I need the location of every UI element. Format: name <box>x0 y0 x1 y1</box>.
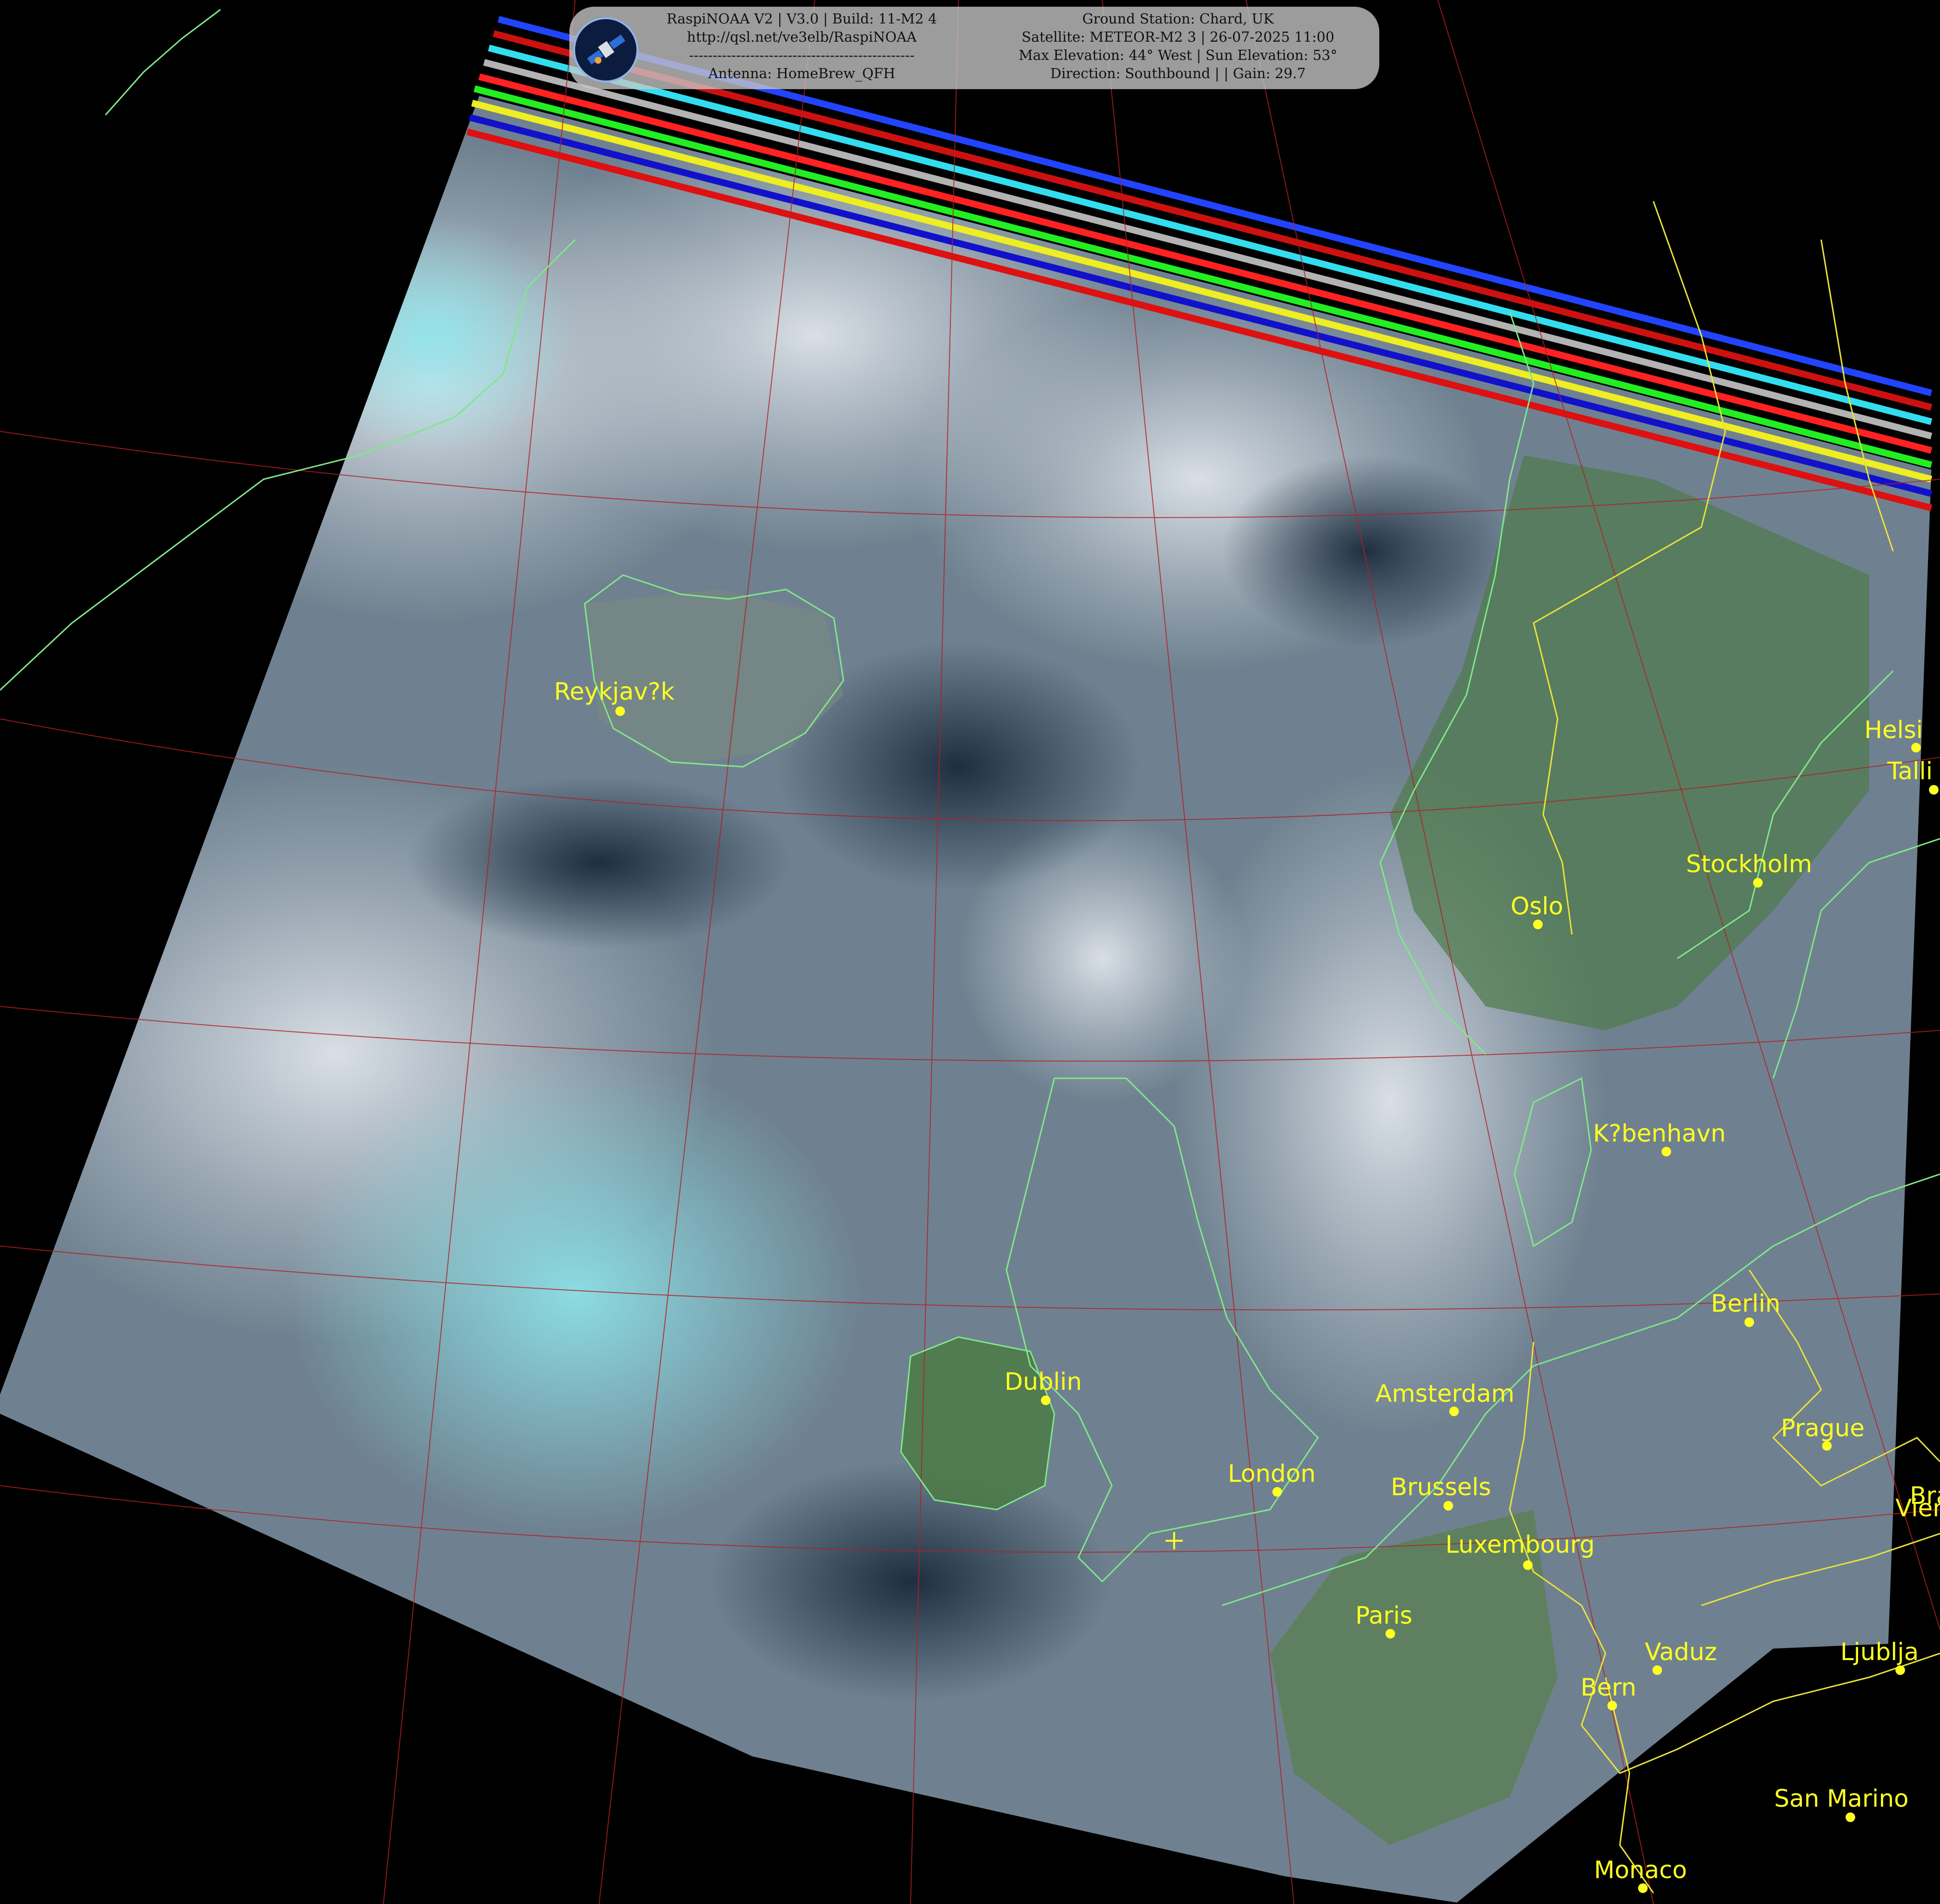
header-station-line: Ground Station: Chard, UK <box>1082 11 1274 27</box>
header-software-line: RaspiNOAA V2 | V3.0 | Build: 11-M2 4 <box>666 11 937 27</box>
header-url-line: http://qsl.net/ve3elb/RaspiNOAA <box>687 29 917 45</box>
city-label-brussels: Brussels <box>1391 1473 1491 1501</box>
city-label-ljubljana: Ljublja <box>1840 1638 1919 1666</box>
city-dot-dublin <box>1041 1396 1051 1405</box>
header-direction-line: Direction: Southbound | | Gain: 29.7 <box>1050 65 1306 81</box>
satellite-swath <box>0 16 1932 1903</box>
header-separator-line: ----------------------------------------… <box>689 47 915 63</box>
cloud-mass <box>288 216 575 455</box>
city-label-luxembourg: Luxembourg <box>1445 1531 1595 1558</box>
city-dot-san-marino <box>1846 1812 1855 1822</box>
city-label-stockholm: Stockholm <box>1686 850 1813 878</box>
city-dot-amsterdam <box>1449 1407 1459 1416</box>
city-dot-prague <box>1822 1441 1832 1451</box>
city-label-dublin: Dublin <box>1005 1368 1082 1396</box>
satellite-icon <box>587 35 625 65</box>
city-dot-tallinn <box>1929 785 1939 795</box>
city-label-kobenhavn: K?benhavn <box>1593 1119 1726 1147</box>
header-satellite-line: Satellite: METEOR-M2 3 | 26-07-2025 11:0… <box>1021 29 1335 45</box>
clear-ocean <box>709 1462 1112 1701</box>
city-dot-monaco <box>1638 1883 1648 1893</box>
solar-panel <box>587 50 603 65</box>
city-dot-kobenhavn <box>1662 1147 1671 1156</box>
city-dot-bern <box>1607 1701 1617 1710</box>
city-dot-london <box>1272 1487 1282 1497</box>
city-dot-reykjavik <box>615 706 625 716</box>
city-label-bratislava: Bra <box>1910 1482 1940 1510</box>
city-dot-brussels <box>1443 1501 1453 1511</box>
clear-ocean <box>1222 455 1510 647</box>
city-dot-paris <box>1386 1629 1395 1639</box>
city-label-reykjavik: Reykjav?k <box>554 678 675 705</box>
solar-panel <box>609 35 625 49</box>
city-dot-ljubljana <box>1895 1665 1905 1675</box>
city-label-bern: Bern <box>1581 1673 1637 1701</box>
city-label-oslo: Oslo <box>1511 892 1563 920</box>
city-label-helsinki: Helsi <box>1864 716 1923 744</box>
city-dot-berlin <box>1744 1317 1754 1327</box>
city-label-prague: Prague <box>1781 1414 1865 1442</box>
city-label-tallinn: Talli <box>1887 757 1933 785</box>
city-label-paris: Paris <box>1355 1602 1413 1629</box>
city-label-london: London <box>1228 1460 1316 1488</box>
city-dot-vaduz <box>1652 1665 1662 1675</box>
city-label-san-marino: San Marino <box>1774 1785 1909 1812</box>
city-label-amsterdam: Amsterdam <box>1375 1380 1515 1408</box>
header-right-column: Ground Station: Chard, UK Satellite: MET… <box>982 10 1374 82</box>
city-dot-stockholm <box>1753 878 1763 888</box>
antenna-dish <box>595 57 601 64</box>
city-label-berlin: Berlin <box>1711 1290 1781 1317</box>
city-dot-oslo <box>1533 920 1543 929</box>
city-dot-luxembourg <box>1523 1560 1533 1570</box>
header-antenna-line: Antenna: HomeBrew_QFH <box>708 65 896 81</box>
city-label-vaduz: Vaduz <box>1645 1638 1717 1666</box>
header-elevation-line: Max Elevation: 44° West | Sun Elevation:… <box>1018 47 1338 63</box>
coastline-svalbard <box>104 9 221 115</box>
city-label-monaco: Monaco <box>1594 1856 1687 1884</box>
clear-ocean <box>407 776 791 949</box>
city-dot-helsinki <box>1911 743 1921 752</box>
pass-info-header: RaspiNOAA V2 | V3.0 | Build: 11-M2 4 htt… <box>569 7 1379 89</box>
satellite-map <box>0 0 1940 1904</box>
satellite-logo-icon <box>573 17 638 82</box>
header-left-column: RaspiNOAA V2 | V3.0 | Build: 11-M2 4 htt… <box>646 10 958 82</box>
cloud-mass <box>288 1054 863 1534</box>
